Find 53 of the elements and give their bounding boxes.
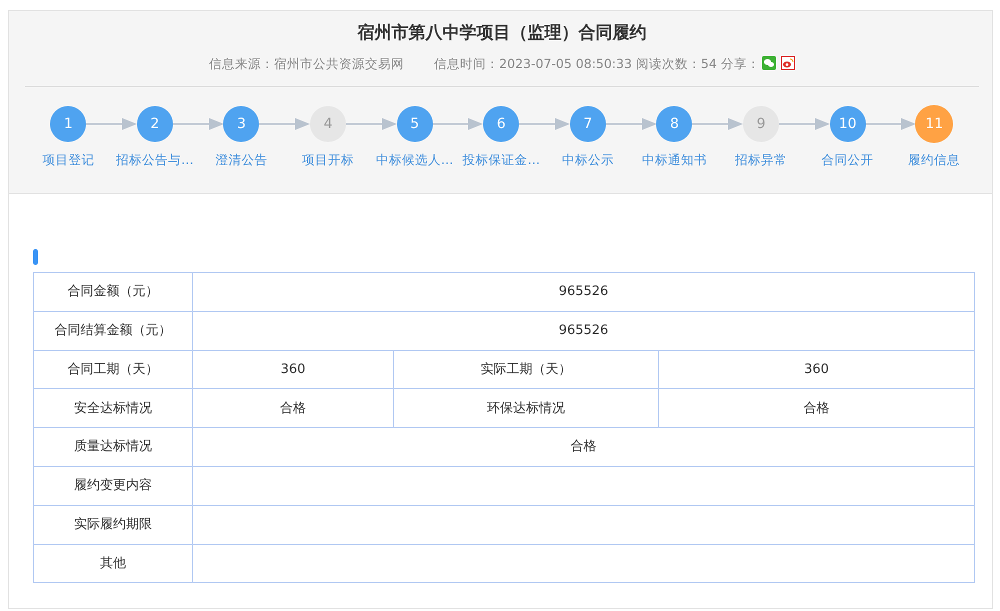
field-label: 履约变更内容 <box>34 466 192 506</box>
share-label: 分享： <box>720 56 760 71</box>
read-count: 阅读次数：54 <box>636 56 717 71</box>
field-value: 965526 <box>192 311 975 350</box>
arrow-icon <box>259 118 310 130</box>
step-label[interactable]: 合同公开 <box>822 151 874 170</box>
page-title: 宿州市第八中学项目（监理）合同履约 <box>356 22 648 45</box>
step-circle[interactable]: 1 <box>50 106 86 142</box>
arrow-icon <box>778 118 830 130</box>
step-circle[interactable]: 2 <box>136 106 173 142</box>
arrow-icon <box>346 118 397 130</box>
field-label: 其他 <box>34 544 192 583</box>
field-value: 合格 <box>192 388 394 428</box>
field-label: 环保达标情况 <box>394 388 658 428</box>
step-circle[interactable]: 6 <box>483 106 520 142</box>
step-label[interactable]: 履约信息 <box>908 151 960 170</box>
step-label[interactable]: 投标保证金… <box>462 151 540 170</box>
step-label[interactable]: 招标公告与… <box>116 151 194 170</box>
publish-time: 信息时间：2023-07-05 08:50:33 <box>434 56 632 71</box>
arrow-icon <box>865 118 916 130</box>
field-label: 实际工期（天） <box>394 350 658 389</box>
step-label[interactable]: 澄清公告 <box>215 151 268 170</box>
arrow-icon <box>86 118 137 130</box>
step-label[interactable]: 项目登记 <box>42 151 94 170</box>
weibo-share-icon[interactable] <box>780 56 795 70</box>
field-label: 安全达标情况 <box>34 388 192 428</box>
field-value: 360 <box>658 350 975 389</box>
field-label: 实际履约期限 <box>34 505 192 544</box>
step-circle[interactable]: 11 <box>916 106 952 142</box>
field-value: 合格 <box>658 388 975 428</box>
field-label: 合同结算金额（元） <box>34 311 192 350</box>
arrow-icon <box>172 118 224 130</box>
field-label: 合同金额（元） <box>34 272 192 312</box>
step-circle[interactable]: 10 <box>830 106 866 142</box>
arrow-icon <box>432 118 484 130</box>
field-label: 合同工期（天） <box>34 350 192 389</box>
arrow-icon <box>518 118 570 130</box>
step-circle[interactable]: 8 <box>656 106 692 142</box>
field-value: 合格 <box>192 428 975 466</box>
step-circle[interactable]: 3 <box>223 106 260 142</box>
field-label: 质量达标情况 <box>34 428 192 466</box>
field-value: 360 <box>192 350 394 389</box>
step-label[interactable]: 中标公示 <box>562 151 614 170</box>
wechat-share-icon[interactable] <box>762 56 776 70</box>
step-circle[interactable]: 7 <box>570 106 606 142</box>
field-value: 965526 <box>192 272 975 312</box>
info-source: 信息来源：宿州市公共资源交易网 <box>209 56 404 71</box>
arrow-icon <box>606 118 657 130</box>
arrow-icon <box>692 118 744 130</box>
step-circle[interactable]: 5 <box>396 106 433 142</box>
section-marker <box>33 249 38 265</box>
step-label[interactable]: 中标候选人… <box>376 151 454 170</box>
step-label[interactable]: 中标通知书 <box>642 151 707 170</box>
